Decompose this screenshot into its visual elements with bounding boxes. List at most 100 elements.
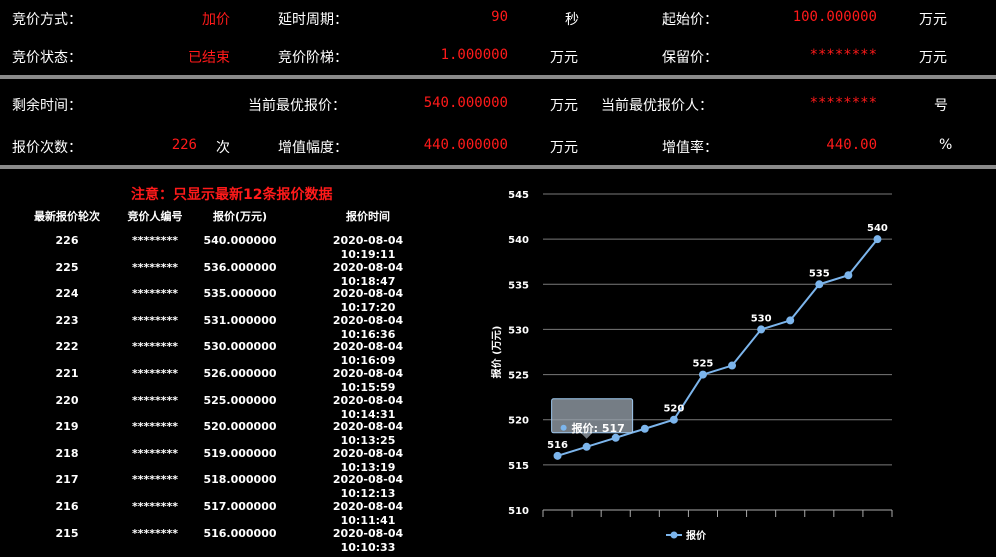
cell-time: 2020-08-04 10:16:09 (332, 340, 404, 368)
cell-time: 2020-08-04 10:13:25 (332, 420, 404, 448)
cell-round: 221 (55, 367, 79, 380)
cell-round: 222 (55, 340, 79, 354)
y-tick-label: 525 (508, 371, 529, 382)
cell-price: 535.000000 (203, 287, 277, 301)
best-price-value: 540.000000 (423, 95, 508, 111)
cell-bidder: ******** (131, 446, 179, 460)
table-row: 222 ******** 530.000000 2020-08-04 10:16:09 (0, 340, 460, 368)
cell-bidder: ******** (131, 340, 179, 354)
data-point (844, 271, 853, 280)
cell-time: 2020-08-04 10:11:41 (332, 500, 404, 527)
legend-label: 报价 (686, 529, 707, 542)
data-point (873, 235, 882, 244)
start-price-label: 起始价： (662, 12, 718, 28)
header-divider (0, 75, 996, 79)
table-notice: 注意：只显示最新12条报价数据 (131, 187, 333, 203)
table-row: 216 ******** 517.000000 2020-08-04 10:11:41 (0, 500, 460, 527)
cell-bidder: ******** (131, 287, 179, 301)
bid-count-value: 226 (171, 137, 197, 153)
increase-rate-unit: % (939, 137, 953, 153)
cell-bidder: ******** (131, 367, 179, 380)
legend-marker (670, 531, 678, 539)
increase-value: 440.000000 (423, 137, 508, 153)
data-point (815, 280, 824, 289)
bid-price-chart: 510 515 520 525 530 535 540 545 报价 (万元) 516 520 525… (490, 190, 893, 542)
cell-round: 215 (55, 526, 79, 540)
table-row: 225 ******** 536.000000 2020-08-04 10:18:47 (0, 260, 460, 288)
status-label: 竞价状态： (12, 50, 82, 66)
cell-price: 516.000000 (203, 526, 277, 540)
best-price-label: 当前最优报价： (248, 98, 346, 114)
auction-type-label: 竞价方式： (12, 12, 82, 28)
best-bidder-value: ******** (809, 95, 877, 111)
cell-round: 225 (55, 260, 79, 274)
data-label: 525 (693, 359, 714, 370)
cell-price: 540.000000 (203, 234, 277, 247)
cell-round: 219 (55, 420, 79, 434)
cell-round: 224 (55, 287, 79, 301)
data-label: 530 (751, 313, 772, 324)
y-tick-label: 530 (508, 325, 529, 336)
step-unit: 万元 (550, 50, 578, 66)
cell-price: 536.000000 (203, 260, 277, 274)
cell-round: 226 (55, 234, 79, 247)
cell-price: 526.000000 (203, 367, 277, 380)
delay-period-label: 延时周期： (278, 12, 348, 28)
cell-round: 220 (55, 393, 79, 407)
cell-bidder: ******** (131, 420, 179, 434)
cell-bidder: ******** (131, 526, 179, 540)
step-label: 竞价阶梯： (278, 50, 348, 66)
cell-price: 519.000000 (203, 446, 277, 460)
best-price-unit: 万元 (550, 98, 578, 114)
y-axis-title: 报价 (万元) (490, 326, 503, 379)
cell-price: 531.000000 (203, 313, 277, 327)
column-header-bidder: 竞价人编号 (127, 210, 183, 223)
best-bidder-unit: 号 (934, 98, 948, 114)
y-tick-label: 510 (508, 506, 529, 517)
table-row: 221 ******** 526.000000 2020-08-04 10:15:59 (0, 367, 460, 394)
status-value: 已结束 (188, 50, 230, 66)
data-label: 516 (547, 440, 568, 451)
y-tick-label: 520 (508, 416, 529, 427)
cell-time: 2020-08-04 10:16:36 (332, 313, 404, 341)
column-header-round: 最新报价轮次 (34, 210, 100, 223)
cell-price: 518.000000 (203, 473, 277, 487)
cell-time: 2020-08-04 10:18:47 (332, 260, 404, 288)
increase-rate-label: 增值率： (662, 140, 718, 156)
y-tick-label: 540 (508, 235, 529, 246)
start-price-value: 100.000000 (792, 9, 877, 25)
cell-time: 2020-08-04 10:13:19 (332, 446, 404, 474)
data-point (640, 424, 649, 433)
increase-unit: 万元 (550, 140, 578, 156)
y-tick-label: 545 (508, 190, 529, 201)
step-value: 1.000000 (440, 47, 508, 63)
tooltip-text: 报价: 517 (572, 421, 625, 435)
cell-time: 2020-08-04 10:12:13 (332, 473, 404, 501)
cell-price: 525.000000 (203, 393, 277, 407)
cell-bidder: ******** (131, 473, 179, 487)
data-point (582, 442, 591, 451)
cell-time: 2020-08-04 10:19:11 (332, 234, 404, 261)
best-bidder-label: 当前最优报价人： (601, 98, 713, 114)
column-header-time: 报价时间 (346, 210, 390, 223)
cell-bidder: ******** (131, 393, 179, 407)
delay-period-unit: 秒 (565, 12, 579, 28)
table-row: 224 ******** 535.000000 2020-08-04 10:17:20 (0, 287, 460, 314)
data-point (728, 361, 737, 370)
data-point (786, 316, 795, 325)
reserve-label: 保留价： (662, 50, 718, 66)
cell-round: 216 (55, 500, 79, 513)
summary-divider (0, 165, 996, 169)
data-point (611, 433, 620, 442)
column-header-price: 报价(万元) (212, 210, 268, 223)
cell-round: 218 (55, 446, 79, 460)
cell-time: 2020-08-04 10:10:33 (332, 526, 404, 554)
table-row: 220 ******** 525.000000 2020-08-04 10:14:31 (0, 393, 460, 421)
delay-period-value: 90 (491, 9, 508, 25)
cell-bidder: ******** (131, 313, 179, 327)
cell-price: 530.000000 (203, 340, 277, 354)
table-row: 219 ******** 520.000000 2020-08-04 10:13:25 (0, 420, 460, 448)
data-point (553, 451, 562, 460)
y-tick-label: 515 (508, 461, 529, 472)
data-point (669, 415, 678, 424)
